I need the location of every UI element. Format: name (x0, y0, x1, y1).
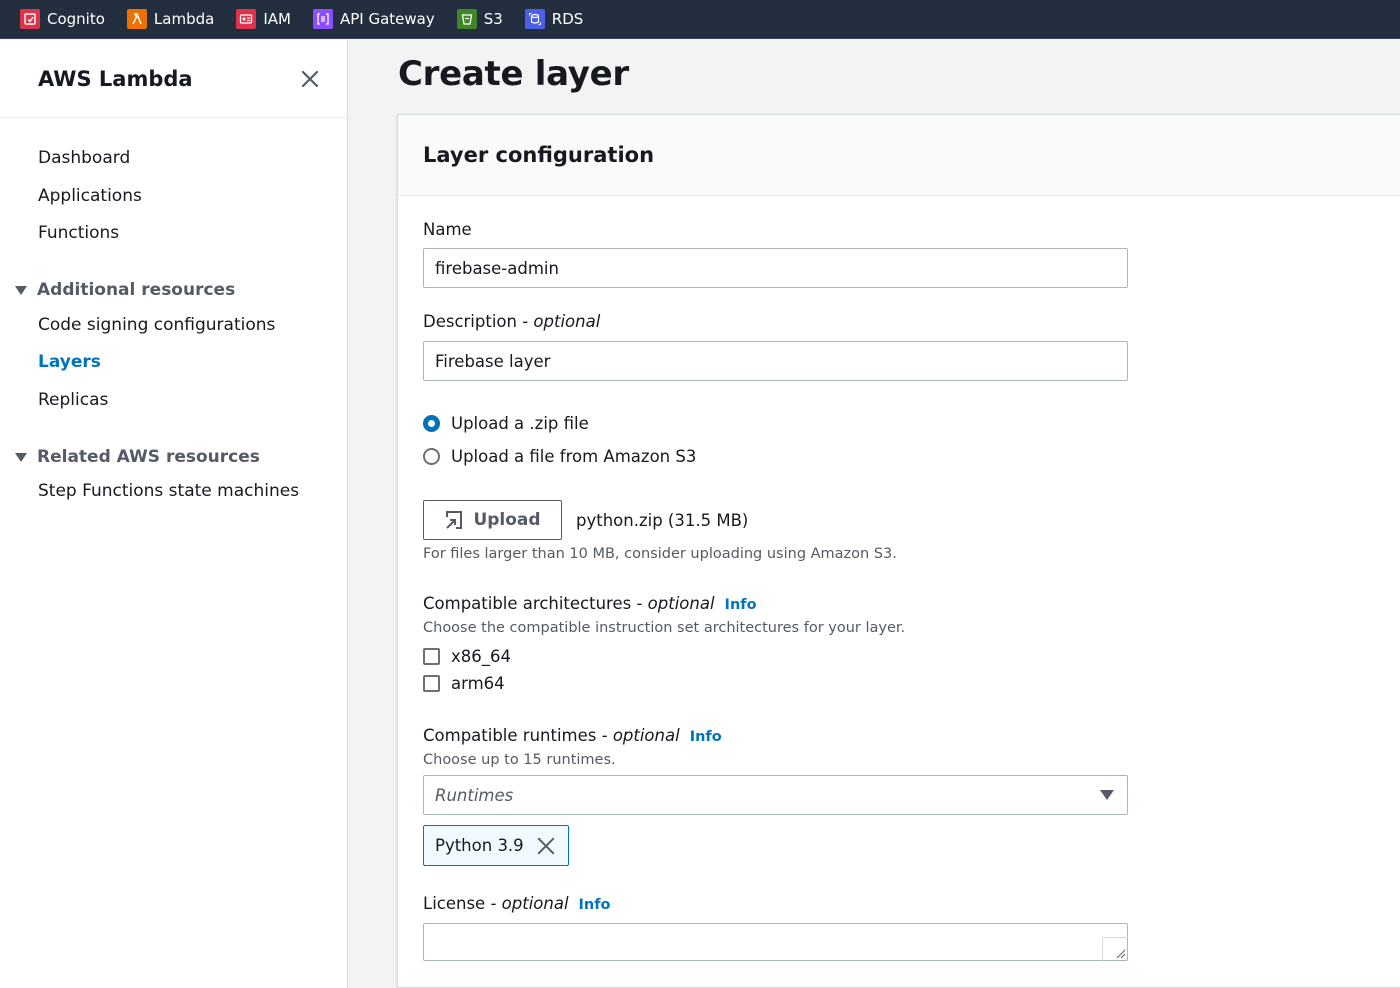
optional-text: optional (647, 594, 715, 613)
caret-down-icon (15, 286, 27, 295)
nav-section-additional-resources[interactable]: Additional resources (0, 272, 347, 309)
nav-section-label: Related AWS resources (37, 446, 260, 467)
nav-item-replicas[interactable]: Replicas (0, 386, 347, 424)
service-shortcut-rds[interactable]: RDS (524, 9, 584, 29)
checkbox[interactable] (423, 675, 440, 692)
license-label: License - optional Info (423, 894, 611, 913)
runtimes-select[interactable]: Runtimes (423, 775, 1128, 815)
checkbox-label: arm64 (451, 674, 505, 693)
service-label: IAM (263, 10, 291, 28)
side-navigation-links: Dashboard Applications Functions Additio… (0, 118, 347, 515)
rds-icon (524, 9, 545, 29)
name-label: Name (423, 220, 472, 239)
runtimes-label: Compatible runtimes - optional Info (423, 726, 722, 745)
nav-item-code-signing-configurations[interactable]: Code signing configurations (0, 311, 347, 349)
panel-header: Layer configuration (398, 115, 1400, 196)
api-gateway-icon (312, 9, 333, 29)
checkbox-arm64[interactable]: arm64 (423, 674, 505, 693)
runtime-token-label: Python 3.9 (435, 836, 524, 855)
nav-item-dashboard[interactable]: Dashboard (0, 144, 347, 182)
runtimes-label-text: Compatible runtimes - (423, 726, 613, 745)
upload-hint: For files larger than 10 MB, consider up… (423, 546, 897, 562)
service-label: API Gateway (339, 10, 435, 28)
description-label: Description - optional (423, 312, 600, 331)
checkbox-x86-64[interactable]: x86_64 (423, 647, 511, 666)
architectures-info-link[interactable]: Info (725, 597, 757, 613)
description-label-text: Description - (423, 312, 534, 331)
architectures-hint: Choose the compatible instruction set ar… (423, 620, 906, 636)
description-input[interactable] (423, 341, 1128, 381)
resize-handle[interactable] (1102, 937, 1128, 961)
service-shortcut-s3[interactable]: S3 (456, 9, 503, 29)
s3-icon (456, 9, 477, 29)
service-shortcuts-bar: Cognito Lambda IAM API Gateway S3 RDS (0, 0, 1400, 39)
checkbox[interactable] (423, 648, 440, 665)
optional-text: optional (612, 726, 680, 745)
runtimes-hint: Choose up to 15 runtimes. (423, 752, 616, 768)
service-label: Cognito (47, 10, 105, 28)
side-navigation-header: AWS Lambda (0, 40, 347, 118)
nav-item-applications[interactable]: Applications (0, 182, 347, 220)
caret-down-icon (1100, 790, 1114, 800)
service-shortcut-cognito[interactable]: Cognito (20, 9, 105, 29)
selected-file-name: python.zip (31.5 MB) (576, 511, 749, 530)
radio-upload-s3[interactable]: Upload a file from Amazon S3 (423, 447, 696, 466)
side-navigation: AWS Lambda Dashboard Applications Functi… (0, 40, 348, 988)
service-label: RDS (551, 10, 584, 28)
service-label: Lambda (153, 10, 215, 28)
iam-icon (236, 9, 257, 29)
license-textarea[interactable] (423, 923, 1128, 961)
license-info-link[interactable]: Info (579, 897, 611, 913)
checkbox-label: x86_64 (451, 647, 512, 666)
caret-down-icon (15, 452, 27, 462)
runtimes-info-link[interactable]: Info (690, 729, 722, 745)
optional-text: optional (501, 894, 569, 913)
service-shortcut-lambda[interactable]: Lambda (126, 9, 215, 29)
service-shortcut-api-gateway[interactable]: API Gateway (312, 9, 435, 29)
upload-button-label: Upload (473, 510, 541, 530)
service-shortcut-iam[interactable]: IAM (236, 9, 291, 29)
nav-item-step-functions-state-machines[interactable]: Step Functions state machines (0, 477, 347, 515)
resize-grip-icon (1116, 949, 1126, 959)
nav-item-layers[interactable]: Layers (0, 348, 347, 386)
radio-label: Upload a .zip file (451, 414, 589, 433)
cognito-icon (20, 9, 40, 29)
upload-button[interactable]: Upload (423, 500, 562, 540)
nav-section-label: Additional resources (37, 280, 236, 300)
radio-upload-zip[interactable]: Upload a .zip file (423, 414, 589, 433)
radio-button-checked[interactable] (423, 415, 440, 432)
architectures-label: Compatible architectures - optional Info (423, 594, 757, 613)
close-icon[interactable] (299, 68, 321, 90)
side-navigation-title[interactable]: AWS Lambda (38, 67, 193, 91)
architectures-label-text: Compatible architectures - (423, 594, 648, 613)
license-label-text: License - (423, 894, 502, 913)
panel-title: Layer configuration (423, 143, 655, 167)
layer-configuration-panel: Layer configuration Name Description - o… (397, 114, 1400, 988)
lambda-icon (126, 9, 147, 29)
runtimes-placeholder: Runtimes (435, 785, 514, 805)
page-title: Create layer (398, 54, 629, 94)
name-input[interactable] (423, 248, 1128, 288)
nav-item-functions[interactable]: Functions (0, 219, 347, 257)
nav-section-related-aws-resources[interactable]: Related AWS resources (0, 438, 347, 475)
dismiss-icon[interactable] (536, 836, 556, 856)
radio-label: Upload a file from Amazon S3 (451, 447, 697, 466)
runtime-token: Python 3.9 (423, 825, 569, 866)
radio-button[interactable] (423, 448, 440, 465)
optional-text: optional (533, 312, 601, 331)
upload-icon (446, 511, 463, 529)
service-label: S3 (483, 10, 503, 28)
